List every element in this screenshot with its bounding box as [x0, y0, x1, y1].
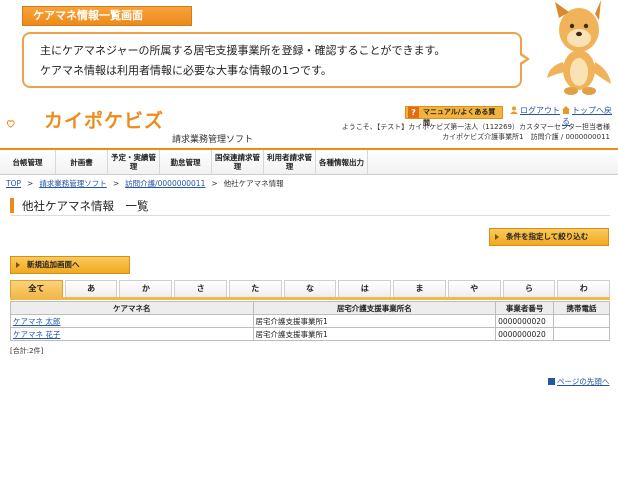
mobile-phone-cell — [553, 327, 610, 341]
office-info: カイポケビズ介護事業所1 訪問介護 / 0000000011 — [442, 133, 610, 141]
tab-ra[interactable]: ら — [502, 280, 556, 297]
table-row: ケアマネ 花子 居宅介護支援事業所1 0000000020 — [10, 327, 610, 341]
screen-title-tag: ケアマネ情報一覧画面 — [22, 6, 192, 26]
logout-link[interactable]: ログアウト — [510, 105, 560, 116]
nav-ledger[interactable]: 台帳管理 — [0, 150, 56, 174]
caremanager-name-link[interactable]: ケアマネ 太郎 — [13, 317, 60, 326]
manual-faq-button[interactable]: ? マニュアル/よくある質問 — [405, 106, 503, 127]
caremanager-name-cell[interactable]: ケアマネ 太郎 — [10, 314, 254, 328]
logo-heart-icon[interactable] — [6, 106, 46, 142]
new-entry-button-label: 新規追加画面へ — [27, 260, 80, 269]
explanation-line-2: ケアマネ情報は利用者情報に必要な大事な情報の1つです。 — [40, 64, 332, 77]
nav-plan[interactable]: 計画書 — [56, 150, 108, 174]
breadcrumb-separator: > — [112, 179, 120, 188]
column-header-caremanager-name[interactable]: ケアマネ名 — [10, 301, 254, 315]
logo-subtitle: 請求業務管理ソフト — [172, 135, 254, 145]
main-nav: 台帳管理 計画書 予定・実績管理 勤怠管理 国保連請求管理 利用者請求管理 各種… — [0, 148, 618, 175]
table-row: ケアマネ 太郎 居宅介護支援事業所1 0000000020 — [10, 314, 610, 328]
provider-number-cell: 0000000020 — [495, 314, 555, 328]
page-top-link[interactable]: ページの先頭へ — [548, 376, 609, 387]
page-top-icon — [548, 378, 555, 385]
breadcrumb-separator: > — [211, 179, 218, 188]
welcome-message: ようこそ、【テスト】カイポケビズ第一法人（112269）カスタマーセンター担当者… — [341, 123, 610, 131]
logout-label: ログアウト — [520, 106, 560, 115]
tab-wa[interactable]: わ — [557, 280, 611, 297]
page-top-label: ページの先頭へ — [557, 377, 610, 386]
nav-output[interactable]: 各種情報出力 — [316, 150, 368, 174]
new-entry-button[interactable]: 新規追加画面へ — [10, 256, 130, 274]
nav-schedule[interactable]: 予定・実績管理 — [108, 150, 160, 174]
tab-ha[interactable]: は — [338, 280, 392, 297]
table-header-row: ケアマネ名 居宅介護支援事業所名 事業者番号 携帯電話 — [10, 301, 610, 315]
explanation-callout: 主にケアマネジャーの所属する居宅支援事業所を登録・確認することができます。 ケア… — [22, 32, 522, 88]
column-header-office-name[interactable]: 居宅介護支援事業所名 — [252, 301, 497, 315]
tab-na[interactable]: な — [283, 280, 337, 297]
user-icon — [510, 106, 518, 114]
mobile-phone-cell — [553, 314, 610, 328]
tab-all[interactable]: 全て — [10, 280, 63, 297]
arrow-right-icon — [16, 262, 20, 268]
page-title: 他社ケアマネ情報 一覧 — [22, 199, 149, 213]
tabs-underline — [10, 297, 610, 300]
callout-tail-inner — [518, 54, 526, 64]
title-accent-mark — [10, 198, 14, 213]
filter-button-label: 条件を指定して絞り込む — [506, 232, 589, 241]
column-header-provider-number[interactable]: 事業者番号 — [495, 301, 555, 315]
tab-a[interactable]: あ — [64, 280, 118, 297]
breadcrumb-office[interactable]: 訪問介護/0000000011 — [125, 179, 205, 188]
page-title-bar: 他社ケアマネ情報 一覧 — [10, 194, 610, 216]
caremanager-table: ケアマネ名 居宅介護支援事業所名 事業者番号 携帯電話 ケアマネ 太郎 居宅介護… — [10, 301, 610, 341]
question-icon: ? — [408, 107, 419, 118]
office-name-cell: 居宅介護支援事業所1 — [252, 314, 497, 328]
kana-tabs: 全て あ か さ た な は ま や ら わ — [10, 280, 611, 297]
arrow-right-icon — [495, 234, 499, 240]
filter-button[interactable]: 条件を指定して絞り込む — [489, 228, 609, 246]
breadcrumb: TOP > 請求業務管理ソフト > 訪問介護/0000000011 > 他社ケアマネ情報 — [6, 178, 284, 189]
breadcrumb-top[interactable]: TOP — [6, 179, 21, 188]
nav-user-billing[interactable]: 利用者請求管理 — [264, 150, 316, 174]
explanation-line-1: 主にケアマネジャーの所属する居宅支援事業所を登録・確認することができます。 — [40, 44, 446, 57]
caremanager-name-cell[interactable]: ケアマネ 花子 — [10, 327, 254, 341]
total-count: [合計:2件] — [10, 347, 44, 355]
provider-number-cell: 0000000020 — [495, 327, 555, 341]
nav-attendance[interactable]: 勤怠管理 — [160, 150, 212, 174]
logo-text[interactable]: カイポケビズ — [44, 106, 164, 133]
breadcrumb-billing-software[interactable]: 請求業務管理ソフト — [39, 179, 107, 188]
tab-ma[interactable]: ま — [393, 280, 446, 297]
home-icon — [562, 106, 570, 114]
tab-ya[interactable]: や — [447, 280, 501, 297]
column-header-mobile-phone[interactable]: 携帯電話 — [553, 301, 610, 315]
office-name-cell: 居宅介護支援事業所1 — [252, 327, 497, 341]
dog-mascot-icon — [547, 0, 611, 95]
app-header: カイポケビズ 請求業務管理ソフト ? マニュアル/よくある質問 ログアウト トッ… — [0, 100, 618, 148]
breadcrumb-current: 他社ケアマネ情報 — [223, 179, 284, 188]
tab-ta[interactable]: た — [228, 280, 282, 297]
caremanager-name-link[interactable]: ケアマネ 花子 — [13, 330, 60, 339]
nav-kokuho-billing[interactable]: 国保連請求管理 — [212, 150, 264, 174]
tab-ka[interactable]: か — [119, 280, 173, 297]
breadcrumb-separator: > — [27, 179, 34, 188]
tab-sa[interactable]: さ — [174, 280, 227, 297]
